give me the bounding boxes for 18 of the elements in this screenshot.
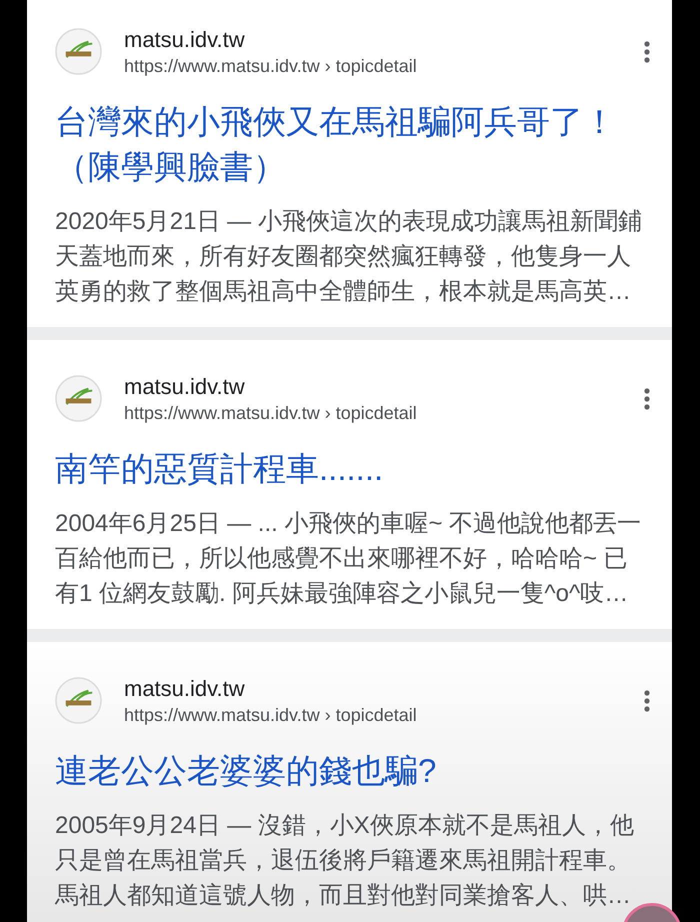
site-url: https://www.matsu.idv.tw › topicdetail xyxy=(124,704,418,726)
result-snippet: 2020年5月21日 — 小飛俠這次的表現成功讓馬祖新聞鋪天蓋地而來，所有好友圈都突然瘋狂轉發，他隻身一人英勇的救了整個馬祖高中全體師生，根本就是馬高英… xyxy=(55,207,643,307)
site-logo-icon xyxy=(55,677,102,724)
site-logo-icon xyxy=(55,375,102,422)
site-url: https://www.matsu.idv.tw › topicdetail xyxy=(124,402,418,424)
site-url: https://www.matsu.idv.tw › topicdetail xyxy=(124,54,418,78)
more-options-icon[interactable] xyxy=(644,690,650,712)
result-title[interactable]: 連老公公老婆婆的錢也騙? xyxy=(55,748,650,793)
result-snippet: 2004年6月25日 — ... 小飛俠的車喔~ 不過他說他都丟一百給他而已，所以他感覺不出來哪裡不好，哈哈哈~ 已有1 位網友鼓勵. 阿兵妹最強陣容之小鼠兒一隻^o^吱… xyxy=(55,509,642,609)
site-name: matsu.idv.tw xyxy=(124,372,246,400)
result-title[interactable]: 台灣來的小飛俠又在馬祖騙阿兵哥了！（陳學興臉書） xyxy=(55,99,650,189)
site-name: matsu.idv.tw xyxy=(124,26,246,54)
more-options-icon[interactable] xyxy=(644,388,650,410)
site-name: matsu.idv.tw xyxy=(124,674,246,702)
result-snippet: 2005年9月24日 — 沒錯，小X俠原本就不是馬祖人，他只是曾在馬祖當兵，退伍後將戶籍遷來馬祖開計程車。馬祖人都知道這號人物，而且對他對同業搶客人、哄… xyxy=(55,811,635,911)
result-title[interactable]: 南竿的惡質計程車....... xyxy=(55,446,650,491)
site-logo-icon xyxy=(55,28,102,75)
more-options-icon[interactable] xyxy=(644,40,650,62)
